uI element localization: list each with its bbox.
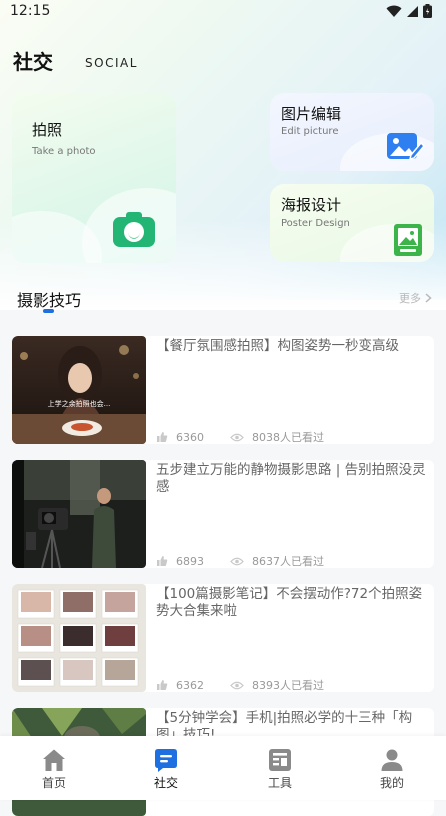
home-icon <box>43 749 65 771</box>
like-icon <box>157 680 168 690</box>
article-title: 【餐厅氛围感拍照】构图姿势一秒变高级 <box>156 338 399 354</box>
view-count: 8637人已看过 <box>252 555 324 568</box>
like-count: 6893 <box>176 554 204 568</box>
like-icon <box>157 432 168 442</box>
page-subtitle: SOCIAL <box>85 56 138 70</box>
nav-label-tools: 工具 <box>267 776 292 790</box>
eye-icon <box>230 557 244 565</box>
section-title: 摄影技巧 <box>17 291 82 310</box>
page-title: 社交 <box>13 50 53 74</box>
nav-label-profile: 我的 <box>379 776 404 790</box>
status-bar: 12:15 <box>0 0 446 24</box>
camera-icon <box>113 212 155 247</box>
article-card[interactable]: 上学之余拍照也会... 【餐厅氛围感拍照】构图姿势一秒变高级 6360 8038… <box>12 336 434 444</box>
edit-picture-card[interactable]: 图片编辑 Edit picture <box>270 93 434 171</box>
poster-icon <box>394 224 422 256</box>
article-meta: 6360 8038人已看过 <box>156 429 324 444</box>
nav-label-home: 首页 <box>41 776 66 790</box>
article-thumbnail: 上学之余拍照也会... <box>12 336 146 444</box>
article-thumbnail <box>12 460 146 568</box>
battery-icon <box>423 4 432 18</box>
article-card[interactable]: 五步建立万能的静物摄影思路 | 告别拍照没灵感 6893 8637人已看过 <box>12 460 434 568</box>
edit-picture-subtitle: Edit picture <box>281 126 339 137</box>
thumbnail-caption: 上学之余拍照也会... <box>48 399 111 408</box>
take-photo-title: 拍照 <box>32 121 63 139</box>
view-count: 8393人已看过 <box>252 679 324 692</box>
nav-item-home[interactable]: 首页 <box>14 736 94 800</box>
more-label: 更多 <box>399 292 421 305</box>
section-title-indicator <box>43 309 54 313</box>
view-count: 8038人已看过 <box>252 431 324 444</box>
nav-item-social[interactable]: 社交 <box>126 736 206 800</box>
article-meta: 6362 8393人已看过 <box>156 677 324 692</box>
status-icons <box>386 4 432 18</box>
wifi-icon <box>386 5 402 17</box>
like-count: 6362 <box>176 678 204 692</box>
nav-item-profile[interactable]: 我的 <box>352 736 432 800</box>
poster-design-subtitle: Poster Design <box>281 218 350 229</box>
social-icon <box>155 749 177 772</box>
poster-design-title: 海报设计 <box>281 196 342 214</box>
eye-icon <box>230 433 244 441</box>
like-count: 6360 <box>176 430 204 444</box>
tools-icon <box>269 749 291 771</box>
profile-icon <box>381 749 403 771</box>
bottom-nav: 首页 社交 工具 我的 <box>0 736 446 800</box>
article-thumbnail <box>12 584 146 692</box>
nav-label-social: 社交 <box>153 776 178 790</box>
image-edit-icon <box>387 133 425 161</box>
eye-icon <box>230 681 244 689</box>
article-title: 五步建立万能的静物摄影思路 | 告别拍照没灵感 <box>156 462 426 495</box>
article-card[interactable]: 【100篇摄影笔记】不会摆动作?72个拍照姿势大合集来啦 6362 8393人已… <box>12 584 434 692</box>
signal-icon <box>407 5 418 17</box>
nav-item-tools[interactable]: 工具 <box>240 736 320 800</box>
article-title: 【100篇摄影笔记】不会摆动作?72个拍照姿势大合集来啦 <box>156 586 423 619</box>
status-time: 12:15 <box>10 3 51 19</box>
chevron-right-icon <box>425 293 432 303</box>
take-photo-card[interactable]: 拍照 Take a photo <box>12 93 176 263</box>
like-icon <box>157 556 168 566</box>
take-photo-subtitle: Take a photo <box>32 146 96 157</box>
more-link[interactable]: 更多 <box>399 290 432 306</box>
poster-design-card[interactable]: 海报设计 Poster Design <box>270 184 434 262</box>
article-meta: 6893 8637人已看过 <box>156 553 324 568</box>
edit-picture-title: 图片编辑 <box>281 105 342 123</box>
